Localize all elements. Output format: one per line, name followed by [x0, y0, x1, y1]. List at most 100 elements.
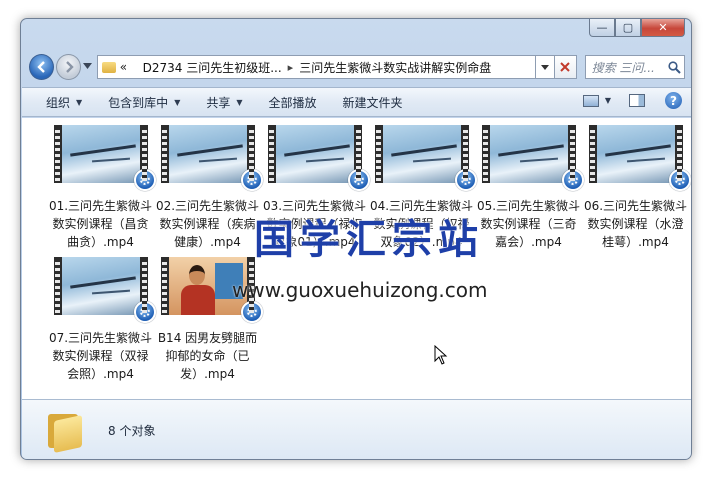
file-name[interactable]: 01.三问先生紫微斗数实例课程（昌贪曲贪）.mp4 — [49, 197, 153, 251]
caption-buttons: — ▢ ✕ — [589, 19, 685, 37]
thumbnail-stroke — [305, 157, 344, 163]
play-all-label: 全部播放 — [268, 95, 317, 110]
search-icon[interactable] — [664, 60, 684, 74]
file-item[interactable]: 01.三问先生紫微斗数实例课程（昌贪曲贪）.mp4 — [47, 125, 156, 251]
arrow-right-icon — [65, 61, 74, 73]
file-list[interactable]: 01.三问先生紫微斗数实例课程（昌贪曲贪）.mp4 02.三问先生紫微斗数实例课程… — [22, 118, 691, 399]
file-item[interactable]: B14 因男友劈腿而抑郁的女命（已发）.mp4 — [154, 257, 263, 383]
thumbnail-stroke — [497, 144, 564, 157]
thumbnail-stroke — [626, 157, 665, 163]
thumbnail-stroke — [91, 157, 130, 163]
video-thumbnail[interactable] — [374, 125, 477, 191]
address-bar[interactable]: « D2734 三问先生初级班... ▸ 三问先生紫微斗数实战讲解实例命盘 — [96, 55, 537, 79]
address-dropdown-button[interactable] — [536, 55, 556, 79]
watermark-text: 国学汇宗站 — [254, 217, 484, 263]
item-count: 8 个对象 — [108, 424, 156, 438]
new-folder-button[interactable]: 新建文件夹 — [343, 94, 403, 111]
thumbnail-stroke — [69, 276, 136, 289]
breadcrumb-separator-icon[interactable]: ▸ — [288, 61, 294, 74]
folder-icon — [101, 61, 116, 73]
share-menu[interactable]: 共享 ▼ — [206, 94, 242, 111]
file-item[interactable]: 06.三问先生紫微斗数实例课程（水澄桂萼）.mp4 — [582, 125, 691, 251]
folder-icon — [48, 410, 82, 453]
media-player-icon — [133, 301, 156, 323]
media-player-icon — [668, 169, 691, 191]
thumbnail-head — [188, 265, 205, 285]
thumbnail-stroke — [604, 144, 671, 157]
chevron-down-icon: ▼ — [76, 97, 83, 107]
video-thumbnail[interactable] — [160, 125, 263, 191]
file-item[interactable]: 07.三问先生紫微斗数实例课程（双禄会照）.mp4 — [47, 257, 156, 383]
share-label: 共享 — [206, 95, 231, 110]
chevron-down-icon — [83, 63, 93, 69]
stop-button[interactable] — [555, 55, 577, 79]
organize-label: 组织 — [46, 95, 71, 110]
help-icon[interactable]: ? — [665, 92, 682, 109]
include-in-library-menu[interactable]: 包含到库中 ▼ — [108, 94, 180, 111]
close-icon — [560, 62, 571, 72]
view-options-button[interactable]: ▼ — [605, 96, 611, 105]
video-thumbnail[interactable] — [481, 125, 584, 191]
media-player-icon — [240, 169, 263, 191]
media-player-icon — [240, 301, 263, 323]
video-thumbnail[interactable] — [53, 125, 156, 191]
thumbnail-frame — [61, 125, 140, 183]
arrow-left-icon — [36, 61, 45, 73]
file-item[interactable]: 05.三问先生紫微斗数实例课程（三奇嘉会）.mp4 — [475, 125, 584, 251]
include-in-library-label: 包含到库中 — [108, 95, 169, 110]
file-name[interactable]: 06.三问先生紫微斗数实例课程（水澄桂萼）.mp4 — [584, 197, 688, 251]
file-name[interactable]: 07.三问先生紫微斗数实例课程（双禄会照）.mp4 — [49, 329, 153, 383]
search-input[interactable]: 搜索 三问... — [592, 59, 655, 76]
preview-pane-icon[interactable] — [629, 94, 645, 107]
file-name[interactable]: 02.三问先生紫微斗数实例课程（疾病健康）.mp4 — [156, 197, 260, 251]
search-box[interactable]: 搜索 三问... — [584, 55, 685, 79]
new-folder-label: 新建文件夹 — [342, 95, 403, 110]
chevron-down-icon: ▼ — [174, 97, 181, 107]
breadcrumb-item-parent[interactable]: D2734 三问先生初级班... — [143, 59, 282, 76]
thumbnail-stroke — [390, 144, 457, 157]
watermark-url: www.guoxuehuizong.com — [232, 278, 488, 302]
video-thumbnail[interactable] — [267, 125, 370, 191]
thumbnail-stroke — [412, 157, 451, 163]
details-pane: 8 个对象 — [22, 399, 691, 459]
thumbnail-frame — [61, 257, 140, 315]
maximize-button[interactable]: ▢ — [615, 19, 641, 37]
thumbnail-body — [180, 285, 215, 315]
file-item[interactable]: 02.三问先生紫微斗数实例课程（疾病健康）.mp4 — [154, 125, 263, 251]
thumbnail-frame — [168, 125, 247, 183]
file-name[interactable]: 05.三问先生紫微斗数实例课程（三奇嘉会）.mp4 — [477, 197, 581, 251]
navigation-row: « D2734 三问先生初级班... ▸ 三问先生紫微斗数实战讲解实例命盘 搜索… — [29, 53, 685, 81]
thumbnail-frame — [489, 125, 568, 183]
video-thumbnail[interactable] — [588, 125, 691, 191]
breadcrumb-separator-icon — [133, 61, 137, 74]
chevron-down-icon — [541, 64, 550, 70]
breadcrumb-overflow[interactable]: « — [120, 60, 127, 74]
forward-button[interactable] — [56, 54, 82, 80]
command-bar: 组织 ▼ 包含到库中 ▼ 共享 ▼ 全部播放 新建文件夹 ▼ ? — [22, 87, 691, 117]
close-button[interactable]: ✕ — [641, 19, 685, 37]
media-player-icon — [347, 169, 370, 191]
chevron-down-icon: ▼ — [236, 97, 243, 107]
play-all-button[interactable]: 全部播放 — [269, 94, 317, 111]
change-view-icon[interactable] — [582, 94, 599, 107]
recent-pages-button[interactable] — [83, 62, 95, 72]
file-name[interactable]: B14 因男友劈腿而抑郁的女命（已发）.mp4 — [156, 329, 260, 383]
thumbnail-stroke — [69, 144, 136, 157]
thumbnail-frame — [275, 125, 354, 183]
thumbnail-stroke — [283, 144, 350, 157]
media-player-icon — [561, 169, 584, 191]
thumbnail-frame — [382, 125, 461, 183]
media-player-icon — [454, 169, 477, 191]
thumbnail-stroke — [91, 289, 130, 295]
thumbnail-stroke — [176, 144, 243, 157]
thumbnail-stroke — [198, 157, 237, 163]
organize-menu[interactable]: 组织 ▼ — [46, 94, 82, 111]
breadcrumb-item-current[interactable]: 三问先生紫微斗数实战讲解实例命盘 — [299, 59, 491, 76]
video-thumbnail[interactable] — [53, 257, 156, 323]
media-player-icon — [133, 169, 156, 191]
explorer-window: — ▢ ✕ « D2734 三问先生初级班... ▸ 三问先生紫微斗数实战讲解实… — [20, 18, 692, 460]
mouse-pointer-icon — [434, 345, 448, 365]
back-button[interactable] — [29, 54, 55, 80]
thumbnail-frame — [596, 125, 675, 183]
minimize-button[interactable]: — — [589, 19, 615, 37]
